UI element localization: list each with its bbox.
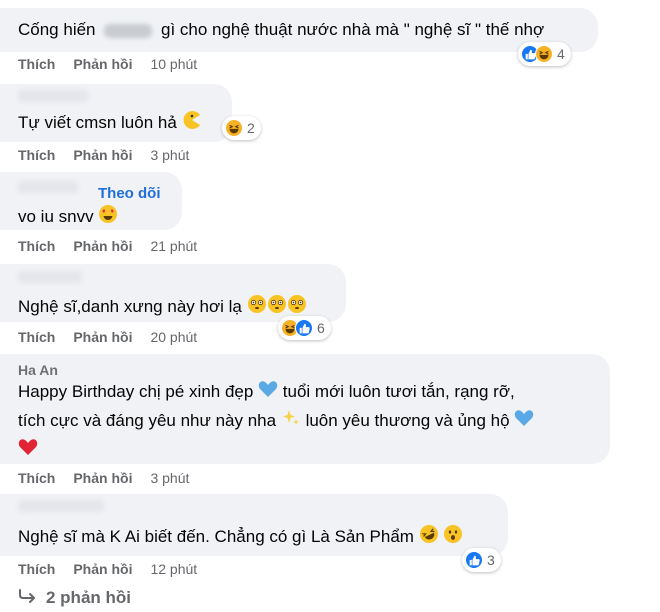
blurred-name: [104, 23, 153, 38]
reaction-count: 3: [487, 552, 495, 568]
like-button[interactable]: Thích: [18, 238, 55, 254]
comment-text: Nghệ sĩ,danh xưng này hơi lạ: [18, 296, 242, 316]
more-replies-label: 2 phản hồi: [46, 588, 131, 607]
like-button[interactable]: Thích: [18, 329, 55, 345]
timestamp[interactable]: 12 phút: [150, 561, 197, 577]
blue-heart-emoji: [258, 380, 278, 405]
reaction-count: 4: [557, 46, 565, 62]
timestamp[interactable]: 20 phút: [150, 329, 197, 345]
reaction-summary[interactable]: 4: [518, 42, 571, 66]
timestamp[interactable]: 21 phút: [150, 238, 197, 254]
author-name-blurred: [18, 90, 88, 102]
reply-arrow-icon: [18, 588, 38, 608]
comment-text: vo iu snvv: [18, 206, 94, 226]
author-name-blurred: [18, 271, 82, 283]
rofl-emoji: [419, 524, 439, 551]
blue-heart-emoji: [514, 409, 534, 434]
comment-text: luôn yêu thương và ủng hộ: [305, 410, 510, 430]
comment-author[interactable]: Ha An: [18, 358, 58, 382]
comment-text: Happy Birthday chị pé xinh đẹp: [18, 382, 254, 401]
reaction-summary[interactable]: 6: [278, 316, 331, 340]
author-name-blurred: [18, 500, 104, 512]
sparkles-emoji: [281, 408, 301, 435]
comment-bubble: Cống hiến gì cho nghệ thuật nước nhà mà …: [0, 8, 598, 52]
timestamp[interactable]: 3 phút: [150, 470, 189, 486]
reaction-count: 2: [247, 120, 255, 136]
comment-text: gì cho nghệ thuật nước nhà mà " nghệ sĩ …: [160, 20, 545, 39]
timestamp[interactable]: 10 phút: [150, 56, 197, 72]
comment-actions: Thích Phản hồi 3 phút: [18, 470, 189, 486]
haha-icon: [535, 45, 553, 63]
comment-actions: Thích Phản hồi 10 phút: [18, 56, 197, 72]
reply-button[interactable]: Phản hồi: [73, 561, 132, 577]
comment-text: Tự viết cmsn luôn hả: [18, 112, 177, 132]
reply-button[interactable]: Phản hồi: [73, 147, 132, 163]
like-icon: [465, 551, 483, 569]
hushed-emoji: [443, 524, 463, 551]
comment-actions: Thích Phản hồi 3 phút: [18, 147, 189, 163]
like-button[interactable]: Thích: [18, 147, 55, 163]
comment-bubble: Tự viết cmsn luôn hả: [0, 84, 232, 142]
reply-button[interactable]: Phản hồi: [73, 56, 132, 72]
comment-text: tích cực và đáng yêu như này nha: [18, 410, 277, 430]
heart-eyes-emoji: [98, 204, 118, 231]
timestamp[interactable]: 3 phút: [150, 147, 189, 163]
haha-icon: [225, 119, 243, 137]
like-icon: [295, 319, 313, 337]
comment-bubble: Nghệ sĩ mà K Ai biết đến. Chẳng có gì Là…: [0, 494, 508, 556]
like-button[interactable]: Thích: [18, 470, 55, 486]
author-name-blurred: [18, 181, 78, 193]
reaction-count: 6: [317, 320, 325, 336]
comment-actions: Thích Phản hồi 21 phút: [18, 238, 197, 254]
comment-actions: Thích Phản hồi 20 phút: [18, 329, 197, 345]
like-button[interactable]: Thích: [18, 561, 55, 577]
red-heart-emoji: [18, 438, 38, 463]
reply-button[interactable]: Phản hồi: [73, 238, 132, 254]
reaction-summary[interactable]: 2: [222, 116, 261, 140]
reply-button[interactable]: Phản hồi: [73, 329, 132, 345]
reply-button[interactable]: Phản hồi: [73, 470, 132, 486]
comment-bubble: Theo dõi vo iu snvv: [0, 172, 182, 230]
comment-actions: Thích Phản hồi 12 phút: [18, 561, 197, 577]
like-button[interactable]: Thích: [18, 56, 55, 72]
reaction-summary[interactable]: 3: [462, 548, 501, 572]
comment-bubble: Nghệ sĩ,danh xưng này hơi lạ: [0, 264, 346, 322]
pacman-emoji: [182, 110, 202, 137]
comment-text: Nghệ sĩ mà K Ai biết đến. Chẳng có gì Là…: [18, 526, 414, 546]
comment-text: Cống hiến: [18, 20, 96, 39]
more-replies-link[interactable]: 2 phản hồi: [18, 588, 131, 608]
follow-link[interactable]: Theo dõi: [98, 182, 161, 206]
comment-text: tuổi mới luôn tươi tắn, rạng rỡ,: [282, 382, 515, 401]
comment-bubble: Ha An Happy Birthday chị pé xinh đẹp tuổ…: [0, 354, 610, 464]
